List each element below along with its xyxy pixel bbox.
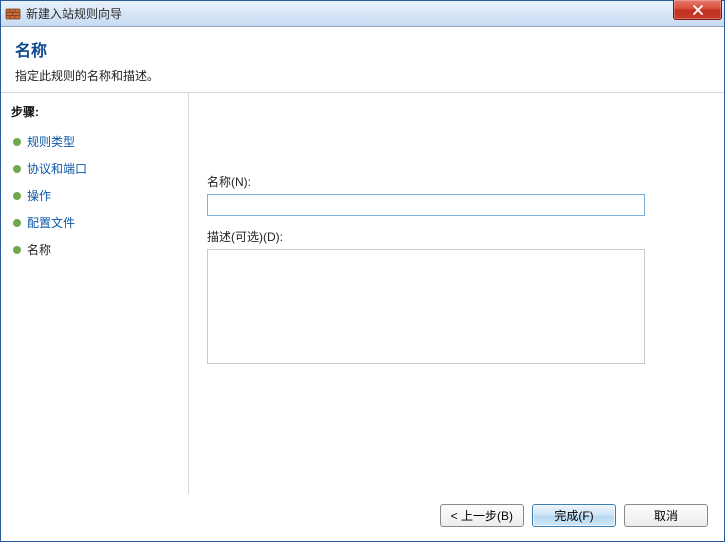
step-name: 名称 — [11, 236, 180, 263]
description-textarea[interactable] — [207, 249, 645, 364]
step-action[interactable]: 操作 — [11, 182, 180, 209]
step-label: 操作 — [27, 187, 51, 204]
step-label: 名称 — [27, 241, 51, 258]
step-label: 配置文件 — [27, 214, 75, 231]
wizard-window: 新建入站规则向导 名称 指定此规则的名称和描述。 步骤: 规则类型 协议和端口 — [0, 0, 725, 542]
close-button[interactable] — [673, 0, 722, 20]
name-label: 名称(N): — [207, 173, 706, 190]
page-subtitle: 指定此规则的名称和描述。 — [15, 67, 710, 84]
steps-heading: 步骤: — [11, 103, 180, 120]
step-rule-type[interactable]: 规则类型 — [11, 128, 180, 155]
cancel-button[interactable]: 取消 — [624, 504, 708, 527]
name-input[interactable] — [207, 194, 645, 216]
bullet-icon — [13, 165, 21, 173]
bullet-icon — [13, 192, 21, 200]
finish-button[interactable]: 完成(F) — [532, 504, 616, 527]
main-panel: 名称(N): 描述(可选)(D): — [189, 93, 724, 494]
step-label: 协议和端口 — [27, 160, 87, 177]
window-title: 新建入站规则向导 — [26, 5, 122, 22]
titlebar: 新建入站规则向导 — [1, 1, 724, 27]
wizard-footer: < 上一步(B) 完成(F) 取消 — [1, 494, 724, 541]
back-button[interactable]: < 上一步(B) — [440, 504, 524, 527]
description-label: 描述(可选)(D): — [207, 228, 706, 245]
step-label: 规则类型 — [27, 133, 75, 150]
step-profile[interactable]: 配置文件 — [11, 209, 180, 236]
inner-container: 名称 指定此规则的名称和描述。 步骤: 规则类型 协议和端口 操作 — [1, 27, 724, 541]
wizard-header: 名称 指定此规则的名称和描述。 — [1, 27, 724, 93]
bullet-icon — [13, 219, 21, 227]
wizard-body: 步骤: 规则类型 协议和端口 操作 配置文件 — [1, 93, 724, 494]
step-protocol-port[interactable]: 协议和端口 — [11, 155, 180, 182]
bullet-icon — [13, 138, 21, 146]
steps-sidebar: 步骤: 规则类型 协议和端口 操作 配置文件 — [1, 93, 189, 494]
form-area: 名称(N): 描述(可选)(D): — [207, 173, 706, 367]
firewall-icon — [5, 6, 21, 22]
bullet-icon — [13, 246, 21, 254]
page-title: 名称 — [15, 37, 710, 61]
close-icon — [692, 4, 704, 16]
